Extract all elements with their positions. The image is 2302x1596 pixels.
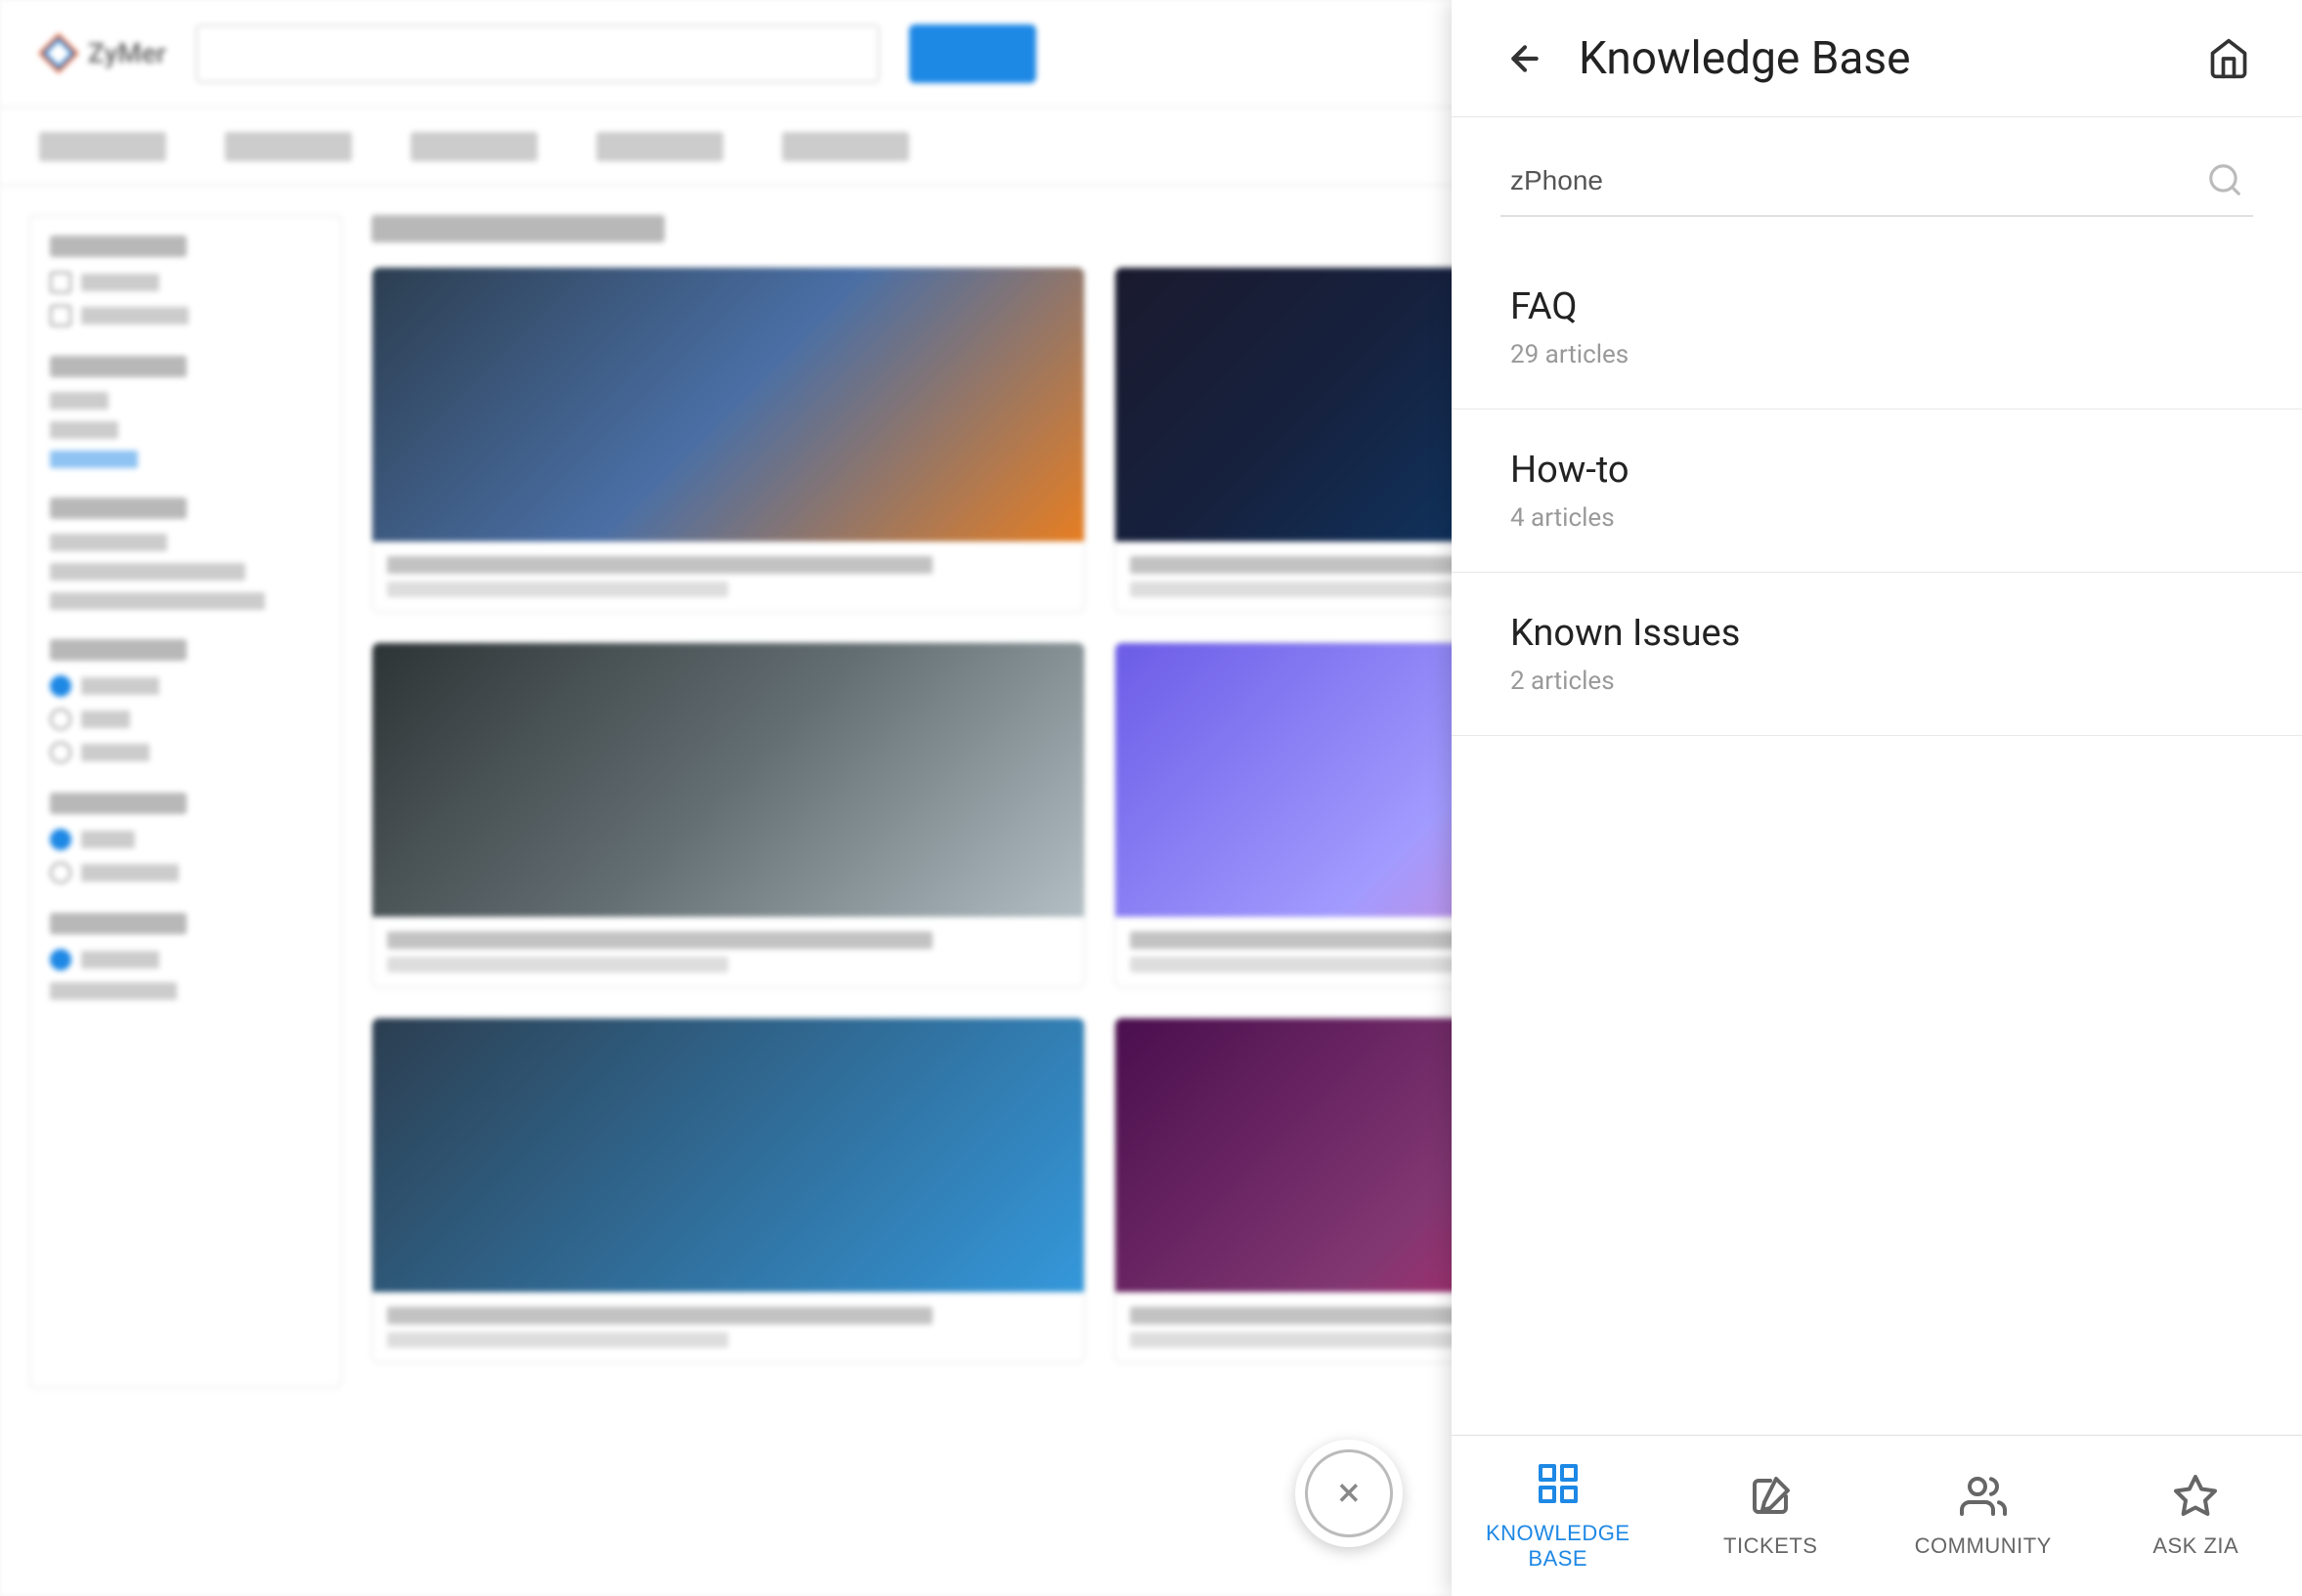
category-count-known-issues: 2 articles [1510,667,2243,696]
tab-ask-zia[interactable]: ASK ZIA [2090,1436,2302,1596]
category-item-known-issues[interactable]: Known Issues 2 articles [1452,573,2302,736]
category-item-howto[interactable]: How-to 4 articles [1452,410,2302,573]
category-name-howto: How-to [1510,449,2243,492]
close-icon: × [1305,1449,1393,1537]
category-name-faq: FAQ [1510,285,2243,328]
tab-community[interactable]: COMMUNITY [1877,1436,2090,1596]
back-arrow-icon [1505,39,1544,78]
category-name-known-issues: Known Issues [1510,612,2243,655]
tab-tickets-label: TICKETS [1723,1533,1817,1559]
panel-header-left: Knowledge Base [1500,32,1911,85]
search-icon [2206,161,2243,202]
categories-list: FAQ 29 articles How-to 4 articles Known … [1452,246,2302,1435]
tab-tickets[interactable]: TICKETS [1665,1436,1878,1596]
panel-header: Knowledge Base [1452,0,2302,117]
tickets-icon [1747,1473,1794,1526]
tab-ask-zia-label: ASK ZIA [2152,1533,2238,1559]
ask-zia-icon [2172,1473,2219,1526]
knowledge-base-icon [1535,1460,1582,1513]
category-item-faq[interactable]: FAQ 29 articles [1452,246,2302,410]
tab-knowledge-base[interactable]: KNOWLEDGE BASE [1452,1436,1665,1596]
category-count-howto: 4 articles [1510,503,2243,533]
panel-title: Knowledge Base [1579,32,1911,85]
bottom-navigation: KNOWLEDGE BASE TICKETS COMMUNITY [1452,1435,2302,1596]
tab-knowledge-base-label: KNOWLEDGE BASE [1461,1521,1655,1572]
category-count-faq: 29 articles [1510,340,2243,369]
close-button[interactable]: × [1295,1440,1403,1547]
knowledge-base-panel: Knowledge Base FAQ 29 articles How-to 4 … [1452,0,2302,1596]
back-button[interactable] [1500,34,1549,83]
community-icon [1960,1473,2007,1526]
tab-community-label: COMMUNITY [1915,1533,2052,1559]
home-icon [2207,37,2250,80]
panel-search-container [1500,147,2253,217]
home-button[interactable] [2204,34,2253,83]
panel-search-input[interactable] [1500,147,2253,217]
